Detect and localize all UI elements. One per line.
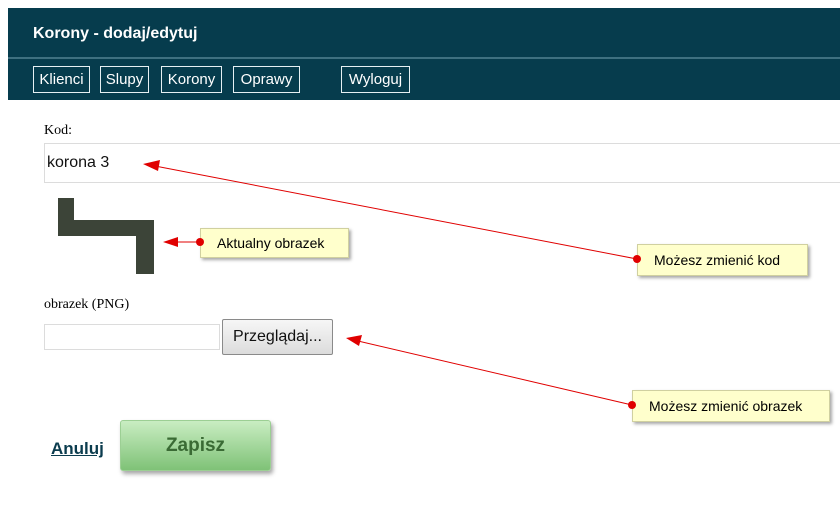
note-current-image: Aktualny obrazek — [200, 228, 349, 258]
browse-button[interactable]: Przeglądaj... — [222, 319, 333, 355]
nav-divider — [8, 57, 840, 59]
nav-klienci-button[interactable]: Klienci — [33, 66, 90, 93]
note-change-image: Możesz zmienić obrazek — [632, 390, 830, 422]
save-button[interactable]: Zapisz — [120, 420, 271, 471]
file-path-field[interactable] — [44, 324, 220, 350]
arrow-change-image — [346, 335, 636, 409]
nav-korony-button[interactable]: Korony — [161, 66, 222, 93]
app-header: Korony - dodaj/edytuj Klienci Slupy Koro… — [8, 8, 840, 100]
current-crown-image — [58, 198, 154, 274]
nav-wyloguj-button[interactable]: Wyloguj — [341, 66, 410, 93]
kod-label: Kod: — [44, 123, 72, 138]
note-change-code: Możesz zmienić kod — [637, 244, 808, 276]
arrow-current-image — [163, 237, 204, 247]
image-label: obrazek (PNG) — [44, 297, 130, 312]
nav-slupy-button[interactable]: Slupy — [100, 66, 149, 93]
nav-oprawy-button[interactable]: Oprawy — [233, 66, 300, 93]
cancel-link[interactable]: Anuluj — [51, 439, 104, 459]
kod-input[interactable] — [44, 143, 840, 183]
page-title: Korony - dodaj/edytuj — [33, 25, 198, 42]
